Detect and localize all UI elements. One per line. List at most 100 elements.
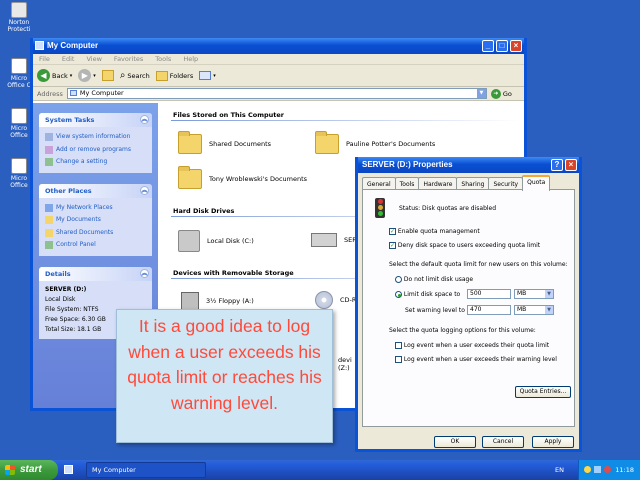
warning-unit-select[interactable]: MB ▼ [514,305,554,315]
task-change-setting[interactable]: Change a setting [45,156,146,169]
collapse-chevron-icon[interactable]: ︽ [140,268,149,278]
select-value: MB [517,306,527,313]
place-label: My Documents [56,216,101,223]
up-folder-button[interactable] [101,70,114,81]
views-icon [199,71,212,80]
menu-bar: File Edit View Favorites Tools Help [33,54,524,65]
menu-edit[interactable]: Edit [62,54,75,64]
chevron-down-icon: ▾ [213,72,216,79]
close-button[interactable]: × [510,40,522,52]
chevron-down-icon: ▼ [545,290,553,298]
folder-shared-documents[interactable]: Shared Documents [178,131,271,154]
folder-pauline-documents[interactable]: Pauline Potter's Documents [315,131,435,154]
tray-icon[interactable] [584,466,591,473]
minimize-button[interactable]: _ [482,40,494,52]
address-bar: Address My Computer ▼ ➜ Go [33,87,524,101]
quota-entries-button[interactable]: Quota Entries... [515,386,571,398]
tray-icon[interactable] [604,466,611,473]
control-panel-icon [45,241,53,250]
drive-cd[interactable]: CD-R [315,291,356,309]
menu-view[interactable]: View [86,54,101,64]
dialog-close-button[interactable]: × [565,159,577,171]
section-files-stored: Files Stored on This Computer [173,111,285,119]
drive-floppy-a[interactable]: 3½ Floppy (A:) [181,292,254,310]
start-button[interactable]: start [0,460,58,480]
address-input[interactable]: My Computer ▼ [66,88,487,99]
menu-tools[interactable]: Tools [155,54,171,64]
clock[interactable]: 11:18 [615,466,634,474]
search-button[interactable]: ⌕ Search [120,70,150,81]
limit-unit-select[interactable]: MB ▼ [514,289,554,299]
floppy-icon [181,292,199,310]
menu-help[interactable]: Help [183,54,198,64]
item-label: CD-R [340,296,357,304]
tutorial-caption: It is a good idea to log when a user exc… [116,309,333,443]
system-tasks-header[interactable]: System Tasks ︽ [39,113,152,127]
forward-arrow-icon: ▶ [78,69,92,82]
panel-title: Details [45,269,71,278]
apply-button[interactable]: Apply [532,436,574,448]
deny-space-checkbox[interactable]: ✓ Deny disk space to users exceeding quo… [389,242,540,249]
warning-value-input[interactable]: 470 [467,305,511,315]
drive-local-c[interactable]: Local Disk (C:) [178,230,254,252]
desktop-icon-norton[interactable]: Norton Protecti [2,2,36,33]
views-button[interactable]: ▾ [199,71,216,80]
go-button[interactable]: ➜ Go [490,88,512,99]
checkbox-label: Log event when a user exceeds their warn… [403,356,557,363]
tab-quota[interactable]: Quota [522,175,551,191]
quick-launch-icon[interactable] [64,465,73,474]
log-quota-checkbox[interactable]: Log event when a user exceeds their quot… [395,342,549,349]
item-label: Tony Wroblewski's Documents [209,175,308,183]
checkbox-label: Deny disk space to users exceeding quota… [397,242,541,249]
details-type: Local Disk [45,295,76,303]
place-control-panel[interactable]: Control Panel [45,239,146,252]
traffic-light-icon [375,198,385,218]
place-shared-documents[interactable]: Shared Documents [45,227,146,240]
task-add-remove-programs[interactable]: Add or remove programs [45,144,146,157]
taskbar-my-computer[interactable]: My Computer [86,462,206,478]
folder-tony-documents[interactable]: Tony Wroblewski's Documents [178,166,308,189]
menu-favorites[interactable]: Favorites [114,54,143,64]
tray-icon[interactable] [594,466,601,473]
chevron-down-icon: ▼ [545,306,553,314]
collapse-chevron-icon[interactable]: ︽ [140,185,149,195]
address-dropdown-button[interactable]: ▼ [476,89,486,98]
folders-button[interactable]: Folders [155,70,193,81]
back-button[interactable]: ◀ Back ▾ [37,69,72,82]
place-my-network[interactable]: My Network Places [45,202,146,215]
dialog-titlebar[interactable]: SERVER (D:) Properties ? × [358,157,579,173]
task-label: Add or remove programs [56,145,131,153]
collapse-chevron-icon[interactable]: ︽ [140,115,149,124]
checkbox-checked: ✓ [389,242,396,249]
section-divider [171,120,521,121]
radio-label: Limit disk space to [403,291,461,298]
window-title: My Computer [47,41,99,50]
drive-server-d[interactable]: SERV [311,233,361,247]
task-label: View system information [56,133,131,140]
details-header[interactable]: Details ︽ [39,266,152,281]
limit-to-radio[interactable]: Limit disk space to [395,291,460,298]
hard-disk-icon [178,230,200,252]
enable-quota-checkbox[interactable]: ✓ Enable quota management [389,228,480,235]
search-icon: ⌕ [119,70,126,81]
default-limit-label: Select the default quota limit for new u… [389,261,568,268]
task-view-system-info[interactable]: View system information [45,131,146,144]
limit-value-input[interactable]: 500 [467,289,511,299]
no-limit-radio[interactable]: Do not limit disk usage [395,276,473,283]
other-places-header[interactable]: Other Places ︽ [39,183,152,198]
panel-title: System Tasks [45,116,95,124]
window-titlebar[interactable]: My Computer _ □ × [33,38,524,54]
desktop-icon-label: Norton Protecti [7,19,31,33]
maximize-button[interactable]: □ [496,40,508,52]
ok-button[interactable]: OK [434,436,476,448]
forward-button[interactable]: ▶ ▾ [78,69,96,82]
cancel-button[interactable]: Cancel [482,436,524,448]
office-icon [11,158,27,174]
caption-text: It is a good idea to log when a user exc… [127,316,322,413]
help-button[interactable]: ? [551,159,563,171]
log-warning-checkbox[interactable]: Log event when a user exceeds their warn… [395,356,557,363]
language-indicator[interactable]: EN [555,466,564,474]
logging-options-label: Select the quota logging options for thi… [389,327,536,334]
menu-file[interactable]: File [39,54,50,64]
place-my-documents[interactable]: My Documents [45,214,146,227]
